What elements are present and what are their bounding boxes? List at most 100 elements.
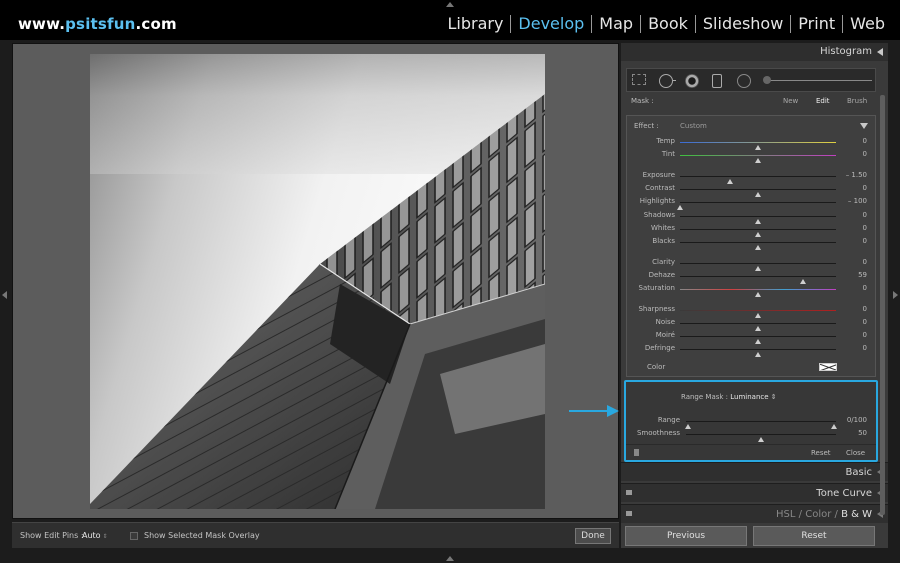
tool-amount-slider[interactable] <box>763 76 872 84</box>
dehaze-value[interactable]: 59 <box>858 271 867 279</box>
module-library[interactable]: Library <box>440 14 510 33</box>
range-mask-title[interactable]: Range Mask : Luminance ⇕ <box>681 393 777 401</box>
blacks-handle[interactable] <box>755 245 761 250</box>
radial-filter-icon[interactable] <box>685 74 699 88</box>
exposure-value[interactable]: – 1.50 <box>846 171 867 179</box>
expand-histogram-icon[interactable] <box>877 48 883 56</box>
slider-row-dehaze: Dehaze 59 <box>627 270 877 284</box>
smoothness-value[interactable]: 50 <box>858 429 867 437</box>
collapse-effect-icon[interactable] <box>860 123 868 129</box>
tone-curve-panel-header[interactable]: Tone Curve <box>621 483 888 502</box>
tab-bw[interactable]: B & W <box>841 509 872 520</box>
highlights-value[interactable]: – 100 <box>848 197 867 205</box>
building-photo[interactable] <box>90 54 545 509</box>
mask-new-button[interactable]: New <box>783 97 798 105</box>
shadows-slider[interactable] <box>680 216 836 224</box>
clarity-slider[interactable] <box>680 263 836 271</box>
saturation-value[interactable]: 0 <box>863 284 867 292</box>
tab-hsl[interactable]: HSL <box>776 509 795 520</box>
shadows-value[interactable]: 0 <box>863 211 867 219</box>
moir-value[interactable]: 0 <box>863 331 867 339</box>
whites-value[interactable]: 0 <box>863 224 867 232</box>
crop-overlay-icon[interactable] <box>659 74 676 88</box>
tint-slider[interactable] <box>680 155 836 163</box>
red-eye-icon[interactable] <box>712 74 722 88</box>
saturation-slider[interactable] <box>680 289 836 297</box>
sharpness-value[interactable]: 0 <box>863 305 867 313</box>
show-edit-pins-dropdown[interactable]: Auto <box>82 531 108 540</box>
tab-color[interactable]: Color <box>805 509 831 520</box>
module-book[interactable]: Book <box>641 14 695 33</box>
filmstrip-toggle-icon[interactable] <box>446 556 454 561</box>
mask-overlay-label[interactable]: Show Selected Mask Overlay <box>144 531 260 540</box>
right-panel-toggle-icon[interactable] <box>893 291 898 299</box>
range-slider[interactable] <box>685 421 837 429</box>
tone-curve-switch[interactable] <box>626 490 632 495</box>
blacks-slider[interactable] <box>680 242 836 250</box>
clarity-value[interactable]: 0 <box>863 258 867 266</box>
slider-row-noise: Noise 0 <box>627 317 877 331</box>
highlights-label: Highlights <box>639 197 675 205</box>
mask-brush-button[interactable]: Brush <box>847 97 867 105</box>
panel-scrollbar[interactable] <box>880 95 885 515</box>
smoothness-handle[interactable] <box>758 437 764 442</box>
defringe-slider[interactable] <box>680 349 836 357</box>
noise-value[interactable]: 0 <box>863 318 867 326</box>
slider-row-blacks: Blacks 0 <box>627 236 877 250</box>
contrast-label: Contrast <box>645 184 675 192</box>
histogram-header[interactable]: Histogram <box>621 43 888 61</box>
tint-label: Tint <box>661 150 675 158</box>
blacks-value[interactable]: 0 <box>863 237 867 245</box>
sharpness-slider[interactable] <box>680 310 836 318</box>
exposure-slider[interactable] <box>680 176 836 184</box>
noise-slider[interactable] <box>680 323 836 331</box>
panel-switch[interactable] <box>634 449 639 456</box>
color-swatch[interactable] <box>819 363 837 371</box>
adjustment-brush-icon[interactable] <box>737 74 751 88</box>
saturation-handle[interactable] <box>755 292 761 297</box>
mask-overlay-checkbox[interactable] <box>130 532 138 540</box>
whites-slider[interactable] <box>680 229 836 237</box>
shadows-label: Shadows <box>643 211 675 219</box>
module-slideshow[interactable]: Slideshow <box>696 14 790 33</box>
tint-handle[interactable] <box>755 158 761 163</box>
temp-value[interactable]: 0 <box>863 137 867 145</box>
tool-strip <box>626 68 876 92</box>
module-map[interactable]: Map <box>592 14 640 33</box>
hsl-switch[interactable] <box>626 511 632 516</box>
previous-button[interactable]: Previous <box>625 526 747 546</box>
highlights-slider[interactable] <box>677 202 836 210</box>
dehaze-slider[interactable] <box>680 276 836 284</box>
contrast-value[interactable]: 0 <box>863 184 867 192</box>
top-panel-toggle-icon[interactable] <box>446 2 454 7</box>
done-button[interactable]: Done <box>575 528 611 544</box>
image-canvas[interactable] <box>12 43 619 519</box>
moir-slider[interactable] <box>680 336 836 344</box>
blacks-label: Blacks <box>652 237 675 245</box>
noise-label: Noise <box>655 318 675 326</box>
reset-button[interactable]: Reset <box>753 526 875 546</box>
defringe-handle[interactable] <box>755 352 761 357</box>
effect-preset-dropdown[interactable]: Custom <box>680 122 707 130</box>
slider-row-temp: Temp 0 <box>627 136 877 150</box>
contrast-slider[interactable] <box>680 189 836 197</box>
module-web[interactable]: Web <box>843 14 892 33</box>
temp-slider[interactable] <box>680 142 836 150</box>
range-value[interactable]: 0/100 <box>847 416 867 424</box>
mask-edit-button[interactable]: Edit <box>816 97 830 105</box>
tint-value[interactable]: 0 <box>863 150 867 158</box>
smoothness-slider[interactable] <box>686 434 836 442</box>
hsl-panel-header[interactable]: HSL / Color / B & W <box>621 504 888 523</box>
tone-curve-label: Tone Curve <box>816 488 872 499</box>
range-reset-button[interactable]: Reset <box>811 449 831 457</box>
range-close-button[interactable]: Close <box>846 449 865 457</box>
graduated-filter-icon[interactable] <box>632 74 646 85</box>
module-print[interactable]: Print <box>791 14 842 33</box>
module-develop[interactable]: Develop <box>511 14 591 33</box>
defringe-value[interactable]: 0 <box>863 344 867 352</box>
dehaze-label: Dehaze <box>648 271 675 279</box>
basic-panel-header[interactable]: Basic <box>621 462 888 481</box>
range-mask-panel: Range Mask : Luminance ⇕ Range 0/100 Smo… <box>624 380 878 462</box>
slider-row-clarity: Clarity 0 <box>627 257 877 271</box>
left-panel-toggle-icon[interactable] <box>2 291 7 299</box>
